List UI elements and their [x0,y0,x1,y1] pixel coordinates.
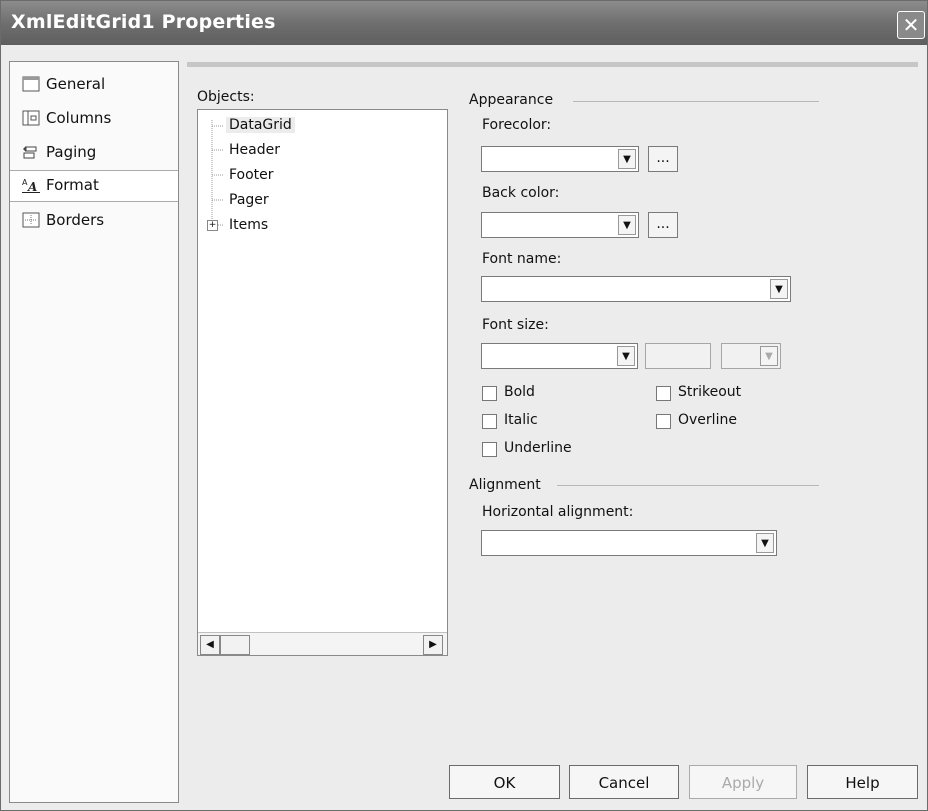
page-header-bar [187,62,918,67]
fontsize-label: Font size: [482,317,549,333]
dropdown-arrow-icon: ▼ [618,149,636,169]
sidebar-item-columns[interactable]: Columns [10,104,178,134]
horizontal-alignment-select[interactable]: ▼ [481,530,777,556]
dropdown-arrow-icon: ▼ [756,533,774,553]
title-bar[interactable]: XmlEditGrid1 Properties ✕ [1,1,927,45]
cancel-button[interactable]: Cancel [569,765,679,799]
scroll-right-icon: ▶ [429,639,437,650]
forecolor-select[interactable]: ▼ [481,146,639,172]
tree-node-datagrid[interactable]: DataGrid [226,117,295,133]
overline-checkbox-label: Overline [678,412,737,428]
window-title: XmlEditGrid1 Properties [11,11,276,33]
fontsize-unit-select[interactable]: ▼ [721,343,781,369]
sidebar-item-label: Columns [46,109,112,127]
tree-horizontal-scrollbar[interactable]: ◀ ▶ [198,632,447,655]
tree-node-items[interactable]: Items [229,217,268,233]
fontname-label: Font name: [482,251,562,267]
appearance-group-line [573,101,819,102]
expand-items-icon[interactable]: + [207,220,218,231]
horizontal-alignment-label: Horizontal alignment: [482,504,634,520]
dropdown-arrow-icon: ▼ [618,215,636,235]
paging-icon [23,146,37,159]
columns-icon [22,110,40,126]
bold-checkbox-label: Bold [504,384,535,400]
sidebar-item-label: General [46,75,106,93]
fontname-select[interactable]: ▼ [481,276,791,302]
scroll-thumb[interactable] [220,635,250,655]
backcolor-select[interactable]: ▼ [481,212,639,238]
general-icon [22,76,40,92]
objects-label: Objects: [197,89,255,105]
dropdown-arrow-icon: ▼ [760,346,778,366]
ok-button[interactable]: OK [449,765,560,799]
tree-node-header[interactable]: Header [229,142,280,158]
sidebar-item-label: Borders [46,211,105,229]
alignment-group-label: Alignment [469,477,541,493]
scroll-left-icon: ◀ [206,639,214,650]
help-button[interactable]: Help [807,765,918,799]
scroll-left-button[interactable]: ◀ [200,635,220,655]
checkbox-box[interactable] [482,442,497,457]
italic-checkbox-label: Italic [504,412,538,428]
close-icon: ✕ [902,13,920,37]
svg-text:A: A [27,180,37,193]
sidebar-item-format[interactable]: AA Format [10,170,178,202]
dropdown-arrow-icon: ▼ [770,279,788,299]
backcolor-picker-button[interactable]: ... [648,212,678,238]
tree-node-pager[interactable]: Pager [229,192,269,208]
forecolor-picker-button[interactable]: ... [648,146,678,172]
sidebar: General Columns Paging AA Format Borders [9,61,179,803]
properties-dialog: XmlEditGrid1 Properties ✕ General Column… [0,0,928,811]
alignment-group-line [557,485,819,486]
format-icon: AA [22,178,40,193]
appearance-group-label: Appearance [469,92,554,108]
apply-button[interactable]: Apply [689,765,797,799]
sidebar-item-label: Paging [46,143,97,161]
backcolor-label: Back color: [482,185,560,201]
sidebar-item-paging[interactable]: Paging [10,138,178,168]
checkbox-box[interactable] [482,386,497,401]
tree-node-footer[interactable]: Footer [229,167,274,183]
checkbox-box[interactable] [656,386,671,401]
sidebar-item-label: Format [46,176,99,194]
close-button[interactable]: ✕ [897,11,925,39]
fontsize-custom-input[interactable] [645,343,711,369]
sidebar-item-general[interactable]: General [10,70,178,100]
dropdown-arrow-icon: ▼ [617,346,635,366]
sidebar-item-borders[interactable]: Borders [10,206,178,236]
scroll-right-button[interactable]: ▶ [423,635,443,655]
strikeout-checkbox-label: Strikeout [678,384,742,400]
underline-checkbox-label: Underline [504,440,572,456]
forecolor-label: Forecolor: [482,117,552,133]
checkbox-box[interactable] [482,414,497,429]
borders-icon [22,212,40,228]
checkbox-box[interactable] [656,414,671,429]
objects-tree[interactable]: DataGrid Header Footer Pager + Items ◀ ▶ [197,109,448,656]
fontsize-select[interactable]: ▼ [481,343,638,369]
